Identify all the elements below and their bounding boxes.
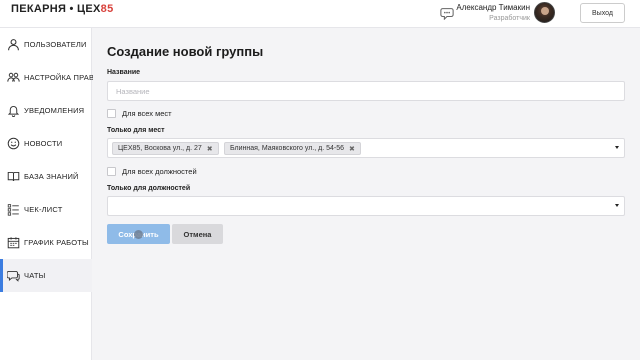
all-positions-label: Для всех должностей: [122, 167, 197, 176]
bell-icon: [7, 106, 20, 117]
sidebar-item-label: ПОЛЬЗОВАТЕЛИ: [24, 40, 87, 49]
page-title: Создание новой группы: [107, 44, 264, 59]
book-icon: [7, 171, 20, 182]
logo-text: ПЕКАРНЯ • ЦЕХ: [11, 3, 101, 15]
logo[interactable]: ПЕКАРНЯ • ЦЕХ85: [11, 3, 114, 15]
chevron-down-icon[interactable]: [615, 204, 619, 207]
main-content: Создание новой группы Название Для всех …: [93, 28, 640, 360]
checklist-icon: [7, 204, 19, 216]
chevron-down-icon[interactable]: [615, 146, 619, 149]
positions-select[interactable]: [107, 196, 625, 216]
logo-accent: 85: [100, 3, 114, 15]
sidebar-item-schedule[interactable]: ГРАФИК РАБОТЫ: [0, 226, 92, 259]
sidebar-item-permissions[interactable]: НАСТРОЙКА ПРАВ: [0, 61, 95, 94]
place-tag-label: Блинная, Маяковского ул., д. 54-56: [230, 145, 344, 152]
remove-tag-icon[interactable]: ✖: [349, 145, 355, 153]
sidebar-item-label: НАСТРОЙКА ПРАВ: [24, 73, 95, 82]
smile-icon: [7, 137, 20, 150]
user-name: Александр Тимакин: [456, 3, 530, 12]
logout-button[interactable]: Выход: [580, 3, 625, 23]
cancel-button[interactable]: Отмена: [172, 224, 223, 244]
sidebar-item-chats[interactable]: ЧАТЫ: [0, 259, 92, 292]
sidebar-item-label: НОВОСТИ: [24, 139, 63, 148]
sidebar-item-label: БАЗА ЗНАНИЙ: [24, 172, 79, 181]
top-header: ПЕКАРНЯ • ЦЕХ85 Александр Тимакин Разраб…: [0, 0, 640, 28]
sidebar-item-knowledge-base[interactable]: БАЗА ЗНАНИЙ: [0, 160, 92, 193]
positions-label: Только для должностей: [107, 185, 191, 192]
sidebar: ПОЛЬЗОВАТЕЛИ НАСТРОЙКА ПРАВ УВЕДОМЛЕНИЯ …: [0, 28, 95, 360]
remove-tag-icon[interactable]: ✖: [207, 145, 213, 153]
all-positions-checkbox[interactable]: [107, 167, 116, 176]
places-label: Только для мест: [107, 127, 165, 134]
calendar-icon: [7, 237, 20, 249]
sidebar-item-label: ЧАТЫ: [24, 271, 46, 280]
sidebar-item-users[interactable]: ПОЛЬЗОВАТЕЛИ: [0, 28, 92, 61]
all-places-label: Для всех мест: [122, 109, 172, 118]
chat-bubble-icon[interactable]: [440, 6, 454, 20]
place-tag: Блинная, Маяковского ул., д. 54-56 ✖: [224, 142, 361, 155]
places-select[interactable]: ЦЕХ85, Воскова ул., д. 27 ✖ Блинная, Мая…: [107, 138, 625, 158]
sidebar-item-label: ГРАФИК РАБОТЫ: [24, 238, 89, 247]
permissions-icon: [7, 72, 20, 82]
user-role: Разработчик: [489, 15, 530, 22]
chat-icon: [7, 270, 20, 282]
sidebar-item-news[interactable]: НОВОСТИ: [0, 127, 92, 160]
sidebar-item-label: ЧЕК-ЛИСТ: [24, 205, 63, 214]
all-places-checkbox[interactable]: [107, 109, 116, 118]
all-places-option[interactable]: Для всех мест: [107, 109, 172, 118]
all-positions-option[interactable]: Для всех должностей: [107, 167, 197, 176]
group-name-input[interactable]: [107, 81, 625, 101]
avatar[interactable]: [534, 2, 555, 23]
sidebar-item-label: УВЕДОМЛЕНИЯ: [24, 106, 85, 115]
sidebar-item-notifications[interactable]: УВЕДОМЛЕНИЯ: [0, 94, 92, 127]
place-tag: ЦЕХ85, Воскова ул., д. 27 ✖: [112, 142, 219, 155]
user-icon: [8, 39, 19, 51]
user-info: Александр Тимакин Разработчик: [456, 3, 530, 22]
mouse-cursor: [134, 230, 143, 239]
place-tag-label: ЦЕХ85, Воскова ул., д. 27: [118, 145, 202, 152]
name-label: Название: [107, 69, 141, 76]
sidebar-item-checklist[interactable]: ЧЕК-ЛИСТ: [0, 193, 92, 226]
